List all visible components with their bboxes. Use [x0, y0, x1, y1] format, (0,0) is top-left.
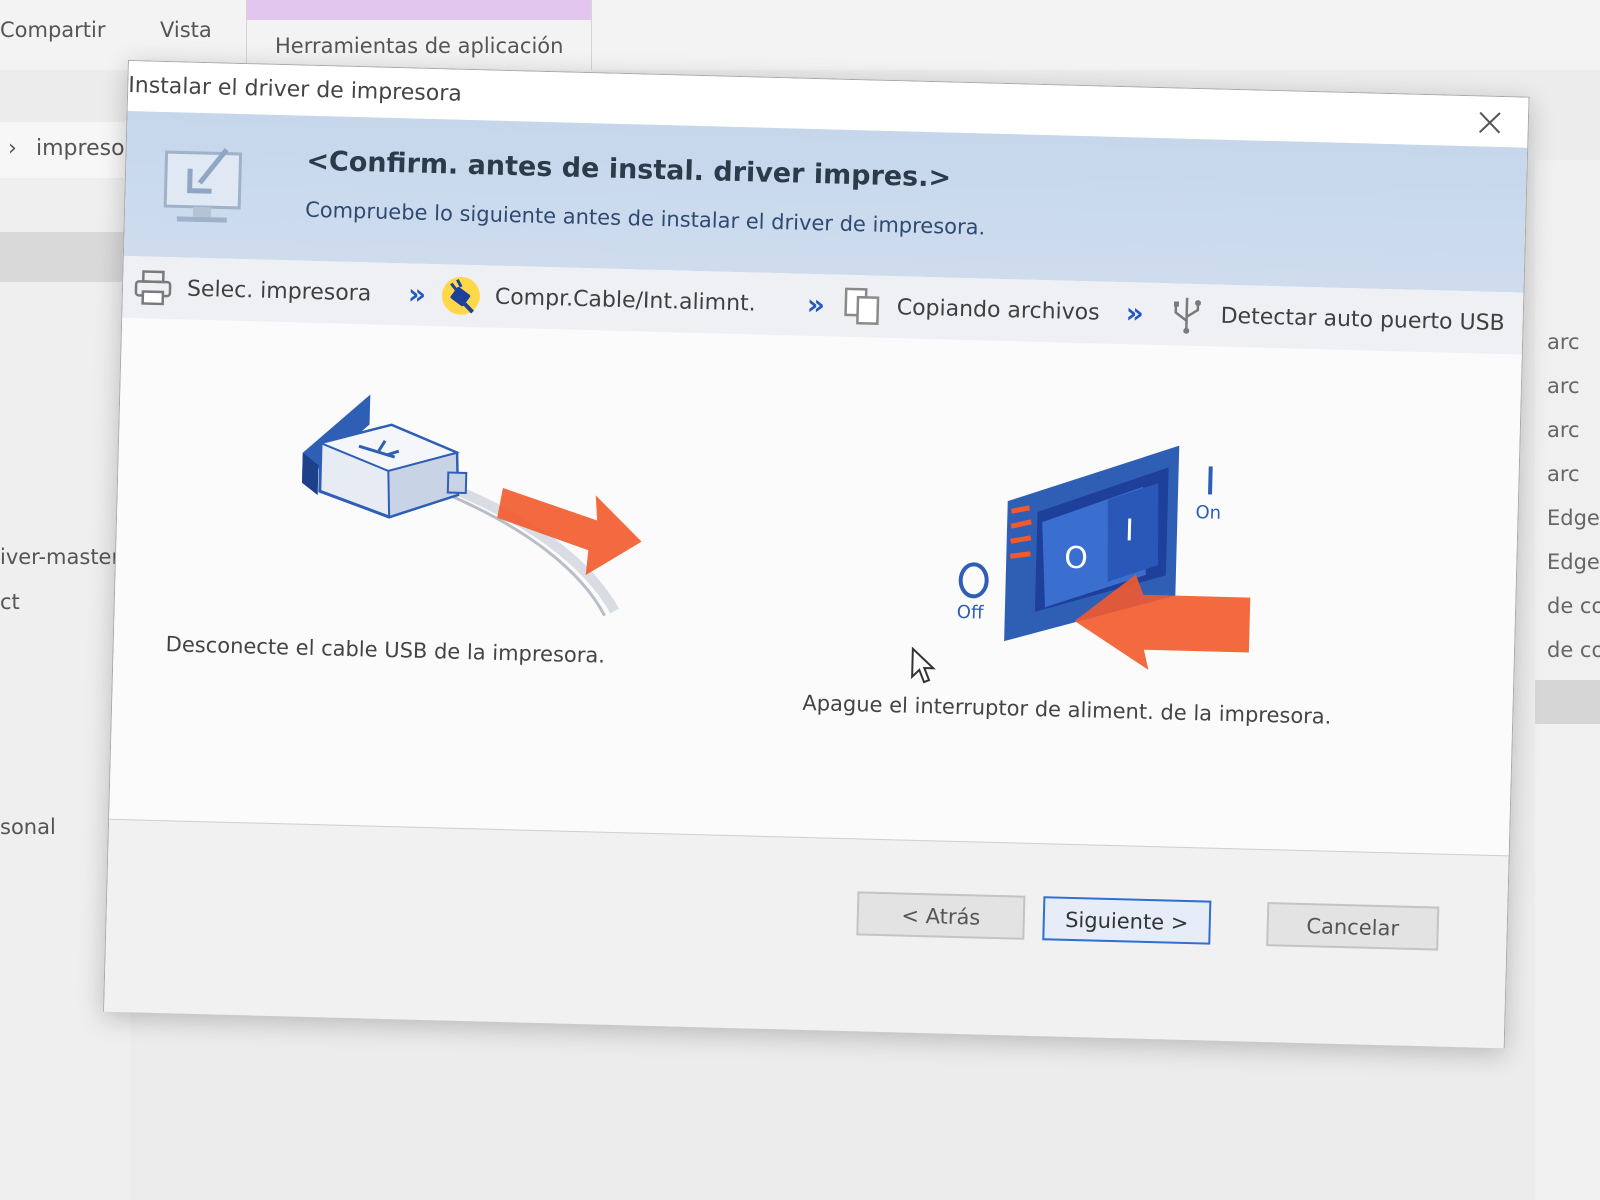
breadcrumb-chevron-icon: › — [8, 136, 17, 161]
dialog-content: Desconecte el cable USB de la impresora.… — [109, 317, 1522, 855]
printer-icon — [134, 270, 172, 306]
next-button[interactable]: Siguiente > — [1042, 896, 1212, 945]
nav-item-ct[interactable]: ct — [0, 590, 20, 614]
breadcrumb-item[interactable]: impreso — [36, 136, 125, 161]
address-bar[interactable]: › impreso — [0, 122, 130, 178]
file-list-item[interactable]: arc — [1547, 330, 1580, 354]
usb-unplug-illustration — [301, 394, 642, 617]
step-label: Selec. impresora — [186, 276, 372, 306]
nav-item-personal[interactable]: sonal — [0, 815, 56, 839]
step-copy-files: Copiando archivos — [842, 285, 1100, 334]
power-switch-illustration: O I Off On — [957, 445, 1251, 670]
explorer-ribbon: Compartir Vista Herramientas de aplicaci… — [0, 0, 1600, 70]
file-list-item[interactable]: Edge — [1547, 550, 1600, 574]
mouse-cursor-icon — [911, 646, 936, 684]
step-label: Detectar auto puerto USB — [1220, 303, 1506, 336]
switch-off-label: Off — [957, 602, 985, 624]
file-list-item[interactable]: arc — [1547, 374, 1580, 398]
install-monitor-icon — [163, 148, 243, 223]
close-button[interactable] — [1469, 102, 1510, 143]
power-instruction: Apague el interruptor de aliment. de la … — [802, 690, 1332, 729]
file-list-column: arc arc arc arc Edge Edge de co de co — [1535, 160, 1600, 1200]
header-title: <Confirm. antes de instal. driver impres… — [306, 145, 952, 194]
file-list-item[interactable]: de co — [1547, 594, 1600, 618]
cancel-button[interactable]: Cancelar — [1266, 902, 1440, 951]
copy-files-icon — [844, 287, 880, 325]
step-check-cable: Compr.Cable/Int.alimnt. — [440, 274, 756, 324]
dialog-footer: < Atrás Siguiente > Cancelar — [104, 818, 1509, 1049]
usb-icon — [1173, 297, 1202, 334]
file-list-selection[interactable] — [1535, 680, 1600, 724]
file-list-item[interactable]: arc — [1547, 462, 1580, 486]
usb-instruction: Desconecte el cable USB de la impresora. — [165, 632, 606, 668]
switch-off-mark: O — [1064, 541, 1089, 577]
navigation-pane-selection[interactable] — [0, 232, 130, 282]
file-list-item[interactable]: de co — [1547, 638, 1600, 662]
header-subtitle: Compruebe lo siguiente antes de instalar… — [304, 197, 986, 240]
step-detect-usb: Detectar auto puerto USB — [1166, 293, 1505, 344]
ribbon-tab-vista[interactable]: Vista — [160, 18, 212, 42]
file-list-item[interactable]: arc — [1547, 418, 1580, 442]
step-separator-icon: » — [806, 287, 820, 322]
plug-icon — [441, 276, 480, 315]
step-label: Copiando archivos — [896, 294, 1100, 326]
switch-on-mark: I — [1125, 513, 1135, 548]
dialog-title: Instalar el driver de impresora — [128, 73, 463, 107]
ribbon-tab-herramientas[interactable]: Herramientas de aplicación — [246, 0, 593, 70]
ribbon-tab-herramientas-label: Herramientas de aplicación — [275, 34, 564, 58]
back-button[interactable]: < Atrás — [856, 891, 1026, 940]
file-list-item[interactable]: Edge — [1547, 506, 1600, 530]
nav-item-driver-master[interactable]: iver-master — [0, 545, 120, 569]
ribbon-tab-compartir[interactable]: Compartir — [0, 18, 106, 42]
step-separator-icon: » — [407, 277, 421, 311]
switch-on-label: On — [1195, 502, 1221, 524]
step-label: Compr.Cable/Int.alimnt. — [494, 284, 757, 317]
step-separator-icon: » — [1125, 296, 1139, 330]
step-select-printer: Selec. impresora — [133, 266, 372, 314]
install-driver-dialog: Instalar el driver de impresora <Confirm… — [103, 60, 1530, 1049]
